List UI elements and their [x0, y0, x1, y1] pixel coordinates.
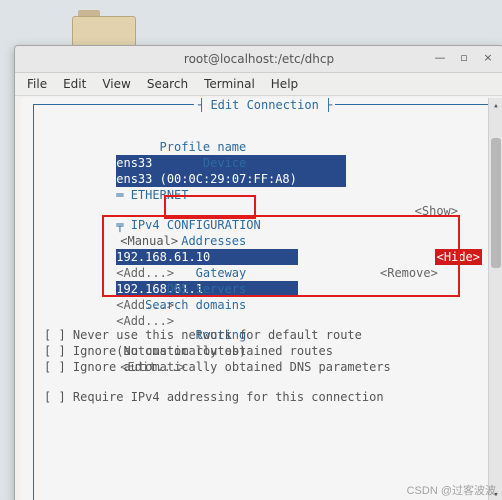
ethernet-expander[interactable]: ═ [116, 188, 130, 202]
terminal-area: ┤ Edit Connection ├ Profile name ens33 D… [21, 98, 502, 500]
chk-default-route[interactable]: [ ] Never use this network for default r… [44, 327, 478, 343]
menu-terminal[interactable]: Terminal [198, 75, 261, 93]
menu-view[interactable]: View [96, 75, 136, 93]
maximize-button[interactable]: ▫ [453, 51, 475, 67]
window-title: root@localhost:/etc/dhcp [184, 52, 334, 66]
tui-box: ┤ Edit Connection ├ Profile name ens33 D… [33, 104, 489, 500]
watermark: CSDN @过客波波 [407, 482, 496, 498]
close-button[interactable]: × [477, 51, 499, 67]
scroll-thumb[interactable] [491, 138, 501, 268]
scroll-up-icon[interactable]: ▴ [489, 98, 502, 112]
menu-search[interactable]: Search [141, 75, 194, 93]
menu-edit[interactable]: Edit [57, 75, 92, 93]
tui-legend: ┤ Edit Connection ├ [194, 98, 335, 113]
titlebar[interactable]: root@localhost:/etc/dhcp — ▫ × [15, 46, 502, 73]
device-label: Device [116, 155, 246, 171]
chk-ignore-routes[interactable]: [ ] Ignore automatically obtained routes [44, 343, 478, 359]
chk-ignore-dns[interactable]: [ ] Ignore automatically obtained DNS pa… [44, 359, 478, 375]
menubar: File Edit View Search Terminal Help [15, 73, 502, 96]
menu-file[interactable]: File [21, 75, 53, 93]
minimize-button[interactable]: — [429, 51, 451, 67]
menu-help[interactable]: Help [265, 75, 304, 93]
terminal-scrollbar[interactable]: ▴ ▾ [488, 98, 502, 500]
chk-require-ipv4[interactable]: [ ] Require IPv4 addressing for this con… [44, 389, 478, 405]
terminal-window: root@localhost:/etc/dhcp — ▫ × File Edit… [14, 45, 502, 500]
